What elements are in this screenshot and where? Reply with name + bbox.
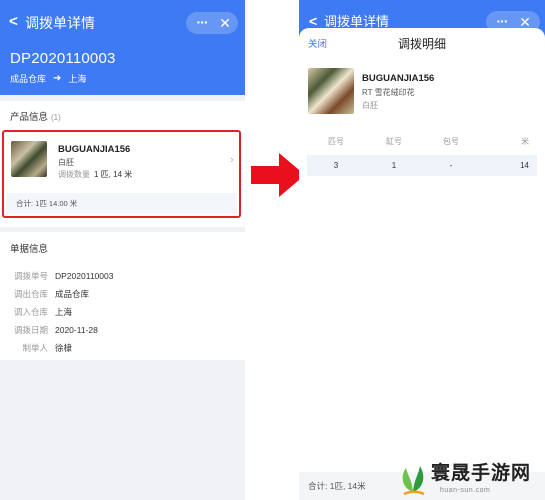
transfer-route: 成品仓库 ➜ 上海 (10, 73, 86, 85)
chevron-right-icon: › (230, 154, 234, 166)
product-info-card: 产品信息 (1) BUGUANJIA156 白胚 调拨数量 1 匹, 14 米 › … (0, 101, 245, 227)
info-value: DP2020110003 (55, 271, 114, 281)
order-number: DP2020110003 (10, 50, 116, 67)
info-key: 调出仓库 (13, 289, 48, 299)
info-row: 制单人 徐棣 (0, 342, 245, 354)
product-code: BUGUANJIA156 (362, 73, 435, 84)
info-key: 制单人 (22, 343, 48, 353)
leaf-logo-icon (402, 466, 425, 496)
info-row: 调入仓库 上海 (0, 306, 245, 318)
route-from: 成品仓库 (10, 74, 47, 84)
close-button[interactable]: 关闭 (308, 39, 327, 51)
detail-table: 匹号 缸号 包号 米 3 1 - 14 (307, 132, 537, 176)
sheet-title: 调拨明细 (397, 37, 446, 51)
section-title: 单据信息 (10, 244, 49, 255)
info-value: 徐棣 (55, 343, 73, 353)
document-info-card: 单据信息 调拨单号 DP2020110003 调出仓库 成品仓库 调入仓库 上海… (0, 232, 245, 360)
info-value: 成品仓库 (55, 289, 90, 299)
product-thumbnail (308, 68, 354, 114)
red-arrow-icon (251, 153, 305, 197)
product-item[interactable]: BUGUANJIA156 白胚 调拨数量 1 匹, 14 米 › 合计: 1匹 1… (2, 130, 241, 218)
quantity-label: 调拨数量 (58, 170, 90, 179)
table-row: 3 1 - 14 (307, 155, 537, 176)
table-cell: - (449, 161, 453, 170)
close-icon[interactable]: ✕ (216, 14, 234, 32)
product-name: RT 雪花绒印花 (362, 88, 415, 97)
product-code: BUGUANJIA156 (58, 144, 131, 155)
quantity-value: 1 匹, 14 米 (94, 170, 133, 179)
screenshot-root: < 调拨单详情 ··· ✕ DP2020110003 成品仓库 ➜ 上海 产品信… (0, 0, 545, 500)
product-color: 白胚 (362, 101, 378, 110)
column-header: 匹号 (328, 137, 344, 146)
transfer-quantity: 调拨数量 1 匹, 14 米 (58, 169, 132, 180)
column-header: 包号 (443, 137, 459, 146)
mini-program-capsule: ··· ✕ (186, 12, 238, 34)
route-to: 上海 (68, 74, 87, 84)
table-cell: 14 (520, 161, 529, 170)
item-count: (1) (51, 113, 61, 122)
product-color: 白胚 (58, 158, 74, 167)
page-title: 调拨单详情 (25, 15, 95, 31)
arrow-right-icon: ➜ (53, 73, 62, 84)
bottom-sheet: 调拨明细 关闭 BUGUANJIA156 RT 雪花绒印花 白胚 匹号 缸号 包… (299, 28, 545, 500)
info-row: 调拨单号 DP2020110003 (0, 270, 245, 282)
watermark-name: 寰晟手游网 (431, 462, 532, 484)
section-title: 产品信息 (1) (10, 112, 61, 124)
section-title-text: 产品信息 (10, 112, 49, 123)
info-value: 上海 (55, 307, 73, 317)
info-row: 调拨日期 2020-11-28 (0, 324, 245, 336)
transfer-breakdown-screen: < 调拨单详情 ··· ✕ 调拨明细 关闭 BUGUANJIA156 RT 雪花… (299, 0, 545, 500)
back-icon[interactable]: < (9, 13, 18, 31)
column-header: 缸号 (386, 137, 402, 146)
site-watermark: 寰晟手游网 huan-sun.com (394, 460, 545, 500)
transfer-detail-screen: < 调拨单详情 ··· ✕ DP2020110003 成品仓库 ➜ 上海 产品信… (0, 0, 245, 500)
table-header: 匹号 缸号 包号 米 (307, 132, 537, 152)
watermark-url: huan-sun.com (440, 487, 491, 494)
column-header: 米 (521, 137, 529, 146)
header: < 调拨单详情 ··· ✕ DP2020110003 成品仓库 ➜ 上海 (0, 0, 245, 95)
info-key: 调拨单号 (13, 271, 48, 281)
product-thumbnail (11, 141, 47, 177)
table-cell: 3 (333, 161, 339, 170)
info-key: 调拨日期 (13, 325, 48, 335)
info-value: 2020-11-28 (55, 325, 98, 335)
product-total: 合计: 1匹 14.00 米 (6, 193, 237, 214)
info-key: 调入仓库 (13, 307, 48, 317)
more-icon[interactable]: ··· (192, 13, 212, 31)
info-row: 调出仓库 成品仓库 (0, 288, 245, 300)
table-cell: 1 (391, 161, 397, 170)
